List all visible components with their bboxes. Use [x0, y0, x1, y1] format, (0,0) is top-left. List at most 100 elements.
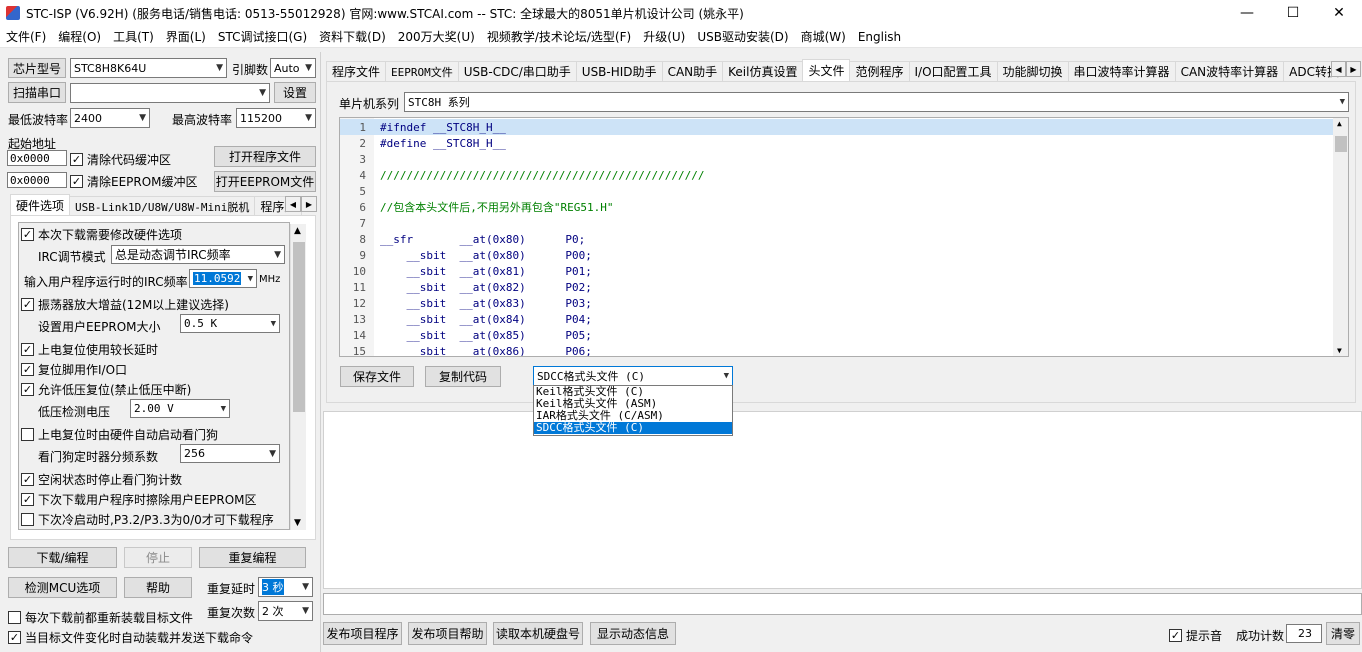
scan-port-button[interactable]: 扫描串口 — [8, 82, 66, 103]
checkbox-checked-icon: ✓ — [21, 473, 34, 486]
close-button[interactable]: ✕ — [1316, 0, 1362, 26]
menu-debug[interactable]: STC调试接口(G) — [212, 28, 313, 45]
pin-count-select[interactable]: Auto ▼ — [270, 58, 316, 78]
menu-shop[interactable]: 商城(W) — [795, 28, 852, 45]
mcu-series-select[interactable]: STC8H 系列 ▼ — [404, 92, 1349, 112]
menu-downloads[interactable]: 资料下载(D) — [313, 28, 392, 45]
detect-mcu-button[interactable]: 检测MCU选项 — [8, 577, 117, 598]
menu-english[interactable]: English — [852, 30, 907, 44]
scrollbar-thumb[interactable] — [1335, 136, 1347, 152]
output-log[interactable] — [323, 411, 1362, 589]
long-delay-checkbox[interactable]: ✓ 上电复位使用较长延时 — [21, 341, 158, 358]
menu-interface[interactable]: 界面(L) — [160, 28, 212, 45]
settings-button[interactable]: 设置 — [274, 82, 316, 103]
min-baud-select[interactable]: 2400 ▼ — [70, 108, 150, 128]
erase-eeprom-checkbox[interactable]: ✓ 下次下载用户程序时擦除用户EEPROM区 — [21, 491, 257, 508]
eeprom-address-input[interactable]: 0x0000 — [7, 172, 67, 188]
menu-prize[interactable]: 200万大奖(U) — [392, 28, 481, 45]
code-editor[interactable]: 1 #ifndef __STC8H_H__ 2 #define __STC8H_H_… — [339, 117, 1349, 357]
tab-hardware-options[interactable]: 硬件选项 — [10, 194, 71, 216]
tab-program-file[interactable]: 程序文件 — [326, 61, 387, 81]
show-dynamic-button[interactable]: 显示动态信息 — [590, 622, 676, 645]
start-address-input[interactable]: 0x0000 — [7, 150, 67, 166]
irc-mode-select[interactable]: 总是动态调节IRC频率 ▼ — [111, 245, 285, 264]
wdt-div-select[interactable]: 256 ▼ — [180, 444, 280, 463]
save-file-button[interactable]: 保存文件 — [340, 366, 414, 387]
code-scrollbar[interactable]: ▲ ▼ — [1333, 118, 1348, 356]
chevron-down-icon[interactable]: ▼ — [1337, 346, 1342, 355]
scrollbar-thumb[interactable] — [293, 242, 305, 412]
tab-can[interactable]: CAN助手 — [661, 61, 724, 81]
max-baud-label: 最高波特率 — [172, 113, 233, 127]
max-baud-select[interactable]: 115200 ▼ — [236, 108, 316, 128]
osc-gain-checkbox[interactable]: ✓ 振荡器放大增益(12M以上建议选择) — [21, 296, 229, 313]
cold-boot-checkbox[interactable]: 下次冷启动时,P3.2/P3.3为0/0才可下载程序 — [21, 511, 274, 528]
menu-upgrade[interactable]: 升级(U) — [637, 28, 691, 45]
clear-count-button[interactable]: 清零 — [1326, 622, 1360, 645]
reset-io-checkbox[interactable]: ✓ 复位脚用作I/O口 — [21, 361, 127, 378]
low-volt-reset-checkbox[interactable]: ✓ 允许低压复位(禁止低压中断) — [21, 381, 191, 398]
read-disk-button[interactable]: 读取本机硬盘号 — [493, 622, 583, 645]
options-scrollbar[interactable]: ▲ ▼ — [290, 224, 306, 530]
menu-tools[interactable]: 工具(T) — [107, 28, 160, 45]
open-eeprom-file-button[interactable]: 打开EEPROM文件 — [214, 171, 316, 192]
download-button[interactable]: 下载/编程 — [8, 547, 117, 568]
chevron-right-icon[interactable]: ▶ — [1346, 61, 1361, 77]
reload-before-checkbox[interactable]: 每次下载前都重新装载目标文件 — [8, 609, 193, 626]
tab-usb-cdc[interactable]: USB-CDC/串口助手 — [457, 61, 577, 81]
chevron-right-icon[interactable]: ▶ — [301, 196, 317, 212]
format-option-sdcc[interactable]: SDCC格式头文件 (C) — [534, 422, 732, 434]
code-line: 14 __sbit __at(0x85) P05; — [352, 328, 592, 342]
tab-io-config[interactable]: I/O口配置工具 — [908, 61, 998, 81]
auto-reload-checkbox[interactable]: ✓ 当目标文件变化时自动装载并发送下载命令 — [8, 629, 253, 646]
repeat-count-select[interactable]: 2 次 ▼ — [258, 601, 313, 621]
checkbox-checked-icon: ✓ — [21, 493, 34, 506]
menu-file[interactable]: 文件(F) — [0, 28, 52, 45]
help-button[interactable]: 帮助 — [124, 577, 192, 598]
port-select[interactable]: ▼ — [70, 83, 270, 103]
chip-type-select[interactable]: STC8H8K64U ▼ — [70, 58, 227, 78]
tab-header-file[interactable]: 头文件 — [802, 59, 851, 81]
checkbox-checked-icon: ✓ — [21, 383, 34, 396]
eeprom-size-select[interactable]: 0.5 K ▼ — [180, 314, 280, 333]
menu-usb-driver[interactable]: USB驱动安装(D) — [691, 28, 794, 45]
tab-examples[interactable]: 范例程序 — [849, 61, 910, 81]
menu-video[interactable]: 视频教学/技术论坛/选型(F) — [481, 28, 637, 45]
menu-program[interactable]: 编程(O) — [52, 28, 107, 45]
chevron-down-icon[interactable]: ▼ — [294, 518, 301, 528]
tab-uart-baud[interactable]: 串口波特率计算器 — [1067, 61, 1176, 81]
tab-usb-hid[interactable]: USB-HID助手 — [575, 61, 663, 81]
idle-stop-wdt-checkbox[interactable]: ✓ 空闲状态时停止看门狗计数 — [21, 471, 182, 488]
modify-hw-checkbox[interactable]: ✓ 本次下载需要修改硬件选项 — [21, 226, 182, 243]
tab-usb-link[interactable]: USB-Link1D/U8W/U8W-Mini脱机 — [69, 196, 256, 216]
chevron-down-icon: ▼ — [302, 582, 309, 592]
reprogram-button[interactable]: 重复编程 — [199, 547, 306, 568]
tab-eeprom-file[interactable]: EEPROM文件 — [385, 61, 459, 81]
repeat-delay-select[interactable]: 3 秒 ▼ — [258, 577, 313, 597]
chevron-left-icon[interactable]: ◀ — [285, 196, 301, 212]
stop-button[interactable]: 停止 — [124, 547, 192, 568]
minimize-button[interactable]: — — [1224, 0, 1270, 26]
open-program-file-button[interactable]: 打开程序文件 — [214, 146, 316, 167]
panel-divider — [320, 52, 321, 652]
irc-freq-select[interactable]: 11.0592 ▼ — [189, 269, 257, 288]
wdt-auto-checkbox[interactable]: 上电复位时由硬件自动启动看门狗 — [21, 426, 218, 443]
tab-keil-sim[interactable]: Keil仿真设置 — [722, 61, 804, 81]
repeat-count-label: 重复次数 — [207, 606, 256, 620]
low-volt-select[interactable]: 2.00 V ▼ — [130, 399, 230, 418]
clear-code-buffer-checkbox[interactable]: ✓ 清除代码缓冲区 — [70, 151, 171, 168]
publish-program-button[interactable]: 发布项目程序 — [323, 622, 402, 645]
sound-checkbox[interactable]: ✓ 提示音 — [1169, 627, 1222, 644]
tab-pin-switch[interactable]: 功能脚切换 — [996, 61, 1069, 81]
publish-help-button[interactable]: 发布项目帮助 — [408, 622, 487, 645]
maximize-button[interactable]: ☐ — [1270, 0, 1316, 26]
tab-can-baud[interactable]: CAN波特率计算器 — [1174, 61, 1285, 81]
chevron-up-icon[interactable]: ▲ — [294, 226, 301, 236]
splitter[interactable] — [322, 403, 1362, 411]
format-select[interactable]: SDCC格式头文件 (C) ▼ — [533, 366, 733, 386]
clear-eeprom-buffer-checkbox[interactable]: ✓ 清除EEPROM缓冲区 — [70, 173, 198, 190]
copy-code-button[interactable]: 复制代码 — [425, 366, 501, 387]
chevron-up-icon[interactable]: ▲ — [1337, 119, 1342, 128]
right-tab-scroll: ◀ ▶ — [1331, 61, 1361, 77]
chevron-left-icon[interactable]: ◀ — [1331, 61, 1346, 77]
